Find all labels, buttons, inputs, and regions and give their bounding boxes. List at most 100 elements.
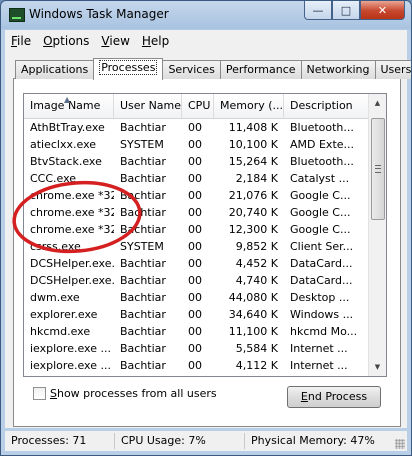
tab-services-label: Services [168,63,215,76]
process-memory-cell: 4,112 K [235,359,278,372]
process-list[interactable]: ▲ Image Name User Name CPU Memory (... De… [23,93,387,377]
process-cpu-cell: 00 [188,274,202,287]
minimize-button[interactable]: — [304,1,332,20]
process-name-cell: iexplore.exe ... [30,359,111,372]
tab-services[interactable]: Services [162,60,221,79]
title-bar[interactable]: Windows Task Manager — □ ✕ [1,1,411,29]
list-header: ▲ Image Name User Name CPU Memory (... De… [24,94,368,119]
process-description-cell: Client Ser... [290,240,354,253]
process-name-cell: explorer.exe [30,308,98,321]
process-description-cell: Internet ... [290,342,348,355]
process-description-cell: Google C... [290,189,351,202]
table-row[interactable]: BtvStack.exe Bachtiar 00 15,264 K Bluetooth.… [24,153,368,170]
tab-performance-label: Performance [225,63,296,76]
process-cpu-cell: 00 [188,257,202,270]
column-image-name[interactable]: ▲ Image Name [24,94,114,118]
menu-options[interactable]: Options [37,34,95,48]
menu-view[interactable]: View [95,34,135,48]
table-row[interactable]: AthBtTray.exe Bachtiar 00 11,408 K Bluetooth… [24,119,368,136]
process-name-cell: chrome.exe *32 [30,223,114,236]
column-user-name[interactable]: User Name [114,94,182,118]
column-memory[interactable]: Memory (... [214,94,284,118]
column-description-label: Description [290,99,353,112]
menu-file[interactable]: File [5,34,37,48]
table-row[interactable]: DCSHelper.exe... Bachtiar 00 4,740 K DataCar… [24,272,368,289]
process-memory-cell: 21,076 K [228,189,278,202]
table-row[interactable]: chrome.exe *32 Bachtiar 00 20,740 K Google C… [24,204,368,221]
table-row[interactable]: DCSHelper.exe... Bachtiar 00 4,452 K DataCar… [24,255,368,272]
process-name-cell: chrome.exe *32 [30,189,114,202]
column-description[interactable]: Description [284,94,368,118]
table-row[interactable]: dwm.exe Bachtiar 00 44,080 K Desktop ... [24,289,368,306]
table-row[interactable]: hkcmd.exe Bachtiar 00 11,100 K hkcmd Mo... [24,323,368,340]
table-row[interactable]: explorer.exe Bachtiar 00 34,640 K Windows ..… [24,306,368,323]
process-user-cell: SYSTEM [120,240,164,253]
menu-options-label: ptions [52,34,90,48]
end-process-button[interactable]: End Process [287,386,381,408]
menu-view-label: iew [109,34,130,48]
maximize-button[interactable]: □ [332,1,360,20]
show-all-users-option[interactable]: Show processes from all users [33,387,217,400]
process-description-cell: DataCard... [290,257,353,270]
column-cpu[interactable]: CPU [182,94,214,118]
process-description-cell: hkcmd Mo... [290,325,358,338]
scroll-thumb[interactable] [371,118,385,220]
process-name-cell: DCSHelper.exe... [30,257,114,270]
menu-help-mnemonic: H [141,34,151,48]
process-cpu-cell: 00 [188,240,202,253]
process-cpu-cell: 00 [188,172,202,185]
process-user-cell: Bachtiar [120,189,166,202]
table-row[interactable]: iexplore.exe ... Bachtiar 00 5,584 K Interne… [24,340,368,357]
process-cpu-cell: 00 [188,359,202,372]
resize-grip-icon[interactable] [395,439,405,449]
process-memory-cell: 12,300 K [228,223,278,236]
process-memory-cell: 9,852 K [235,240,278,253]
table-row[interactable]: atieclxx.exe SYSTEM 00 10,100 K AMD Exte... [24,136,368,153]
process-description-cell: Internet ... [290,359,348,372]
table-row[interactable]: CCC.exe Bachtiar 00 2,184 K Catalyst ... [24,170,368,187]
tab-networking[interactable]: Networking [300,60,376,79]
tab-applications-label: Applications [21,63,89,76]
process-cpu-cell: 00 [188,138,202,151]
process-user-cell: Bachtiar [120,325,166,338]
process-cpu-cell: 00 [188,155,202,168]
close-button[interactable]: ✕ [360,1,405,20]
process-name-cell: atieclxx.exe [30,138,97,151]
process-memory-cell: 2,184 K [235,172,278,185]
table-row[interactable]: chrome.exe *32 Bachtiar 00 12,300 K Google C… [24,221,368,238]
process-memory-cell: 15,264 K [228,155,278,168]
process-user-cell: Bachtiar [120,223,166,236]
tab-strip: Applications Processes Services Performa… [15,58,411,80]
tab-processes-label: Processes [99,60,158,75]
show-all-users-checkbox[interactable] [33,387,46,400]
show-all-users-mnemonic: S [50,387,57,400]
process-user-cell: SYSTEM [120,138,164,151]
tab-users[interactable]: Users [374,60,411,79]
process-rows: AthBtTray.exe Bachtiar 00 11,408 K Bluetooth… [24,119,368,374]
tab-performance[interactable]: Performance [219,60,302,79]
scroll-down-button[interactable]: ▼ [370,359,385,375]
column-user-name-label: User Name [120,99,182,112]
menu-help[interactable]: Help [136,34,175,48]
process-name-cell: CCC.exe [30,172,77,185]
column-memory-label: Memory (... [220,99,284,112]
table-row[interactable]: iexplore.exe ... Bachtiar 00 4,112 K Interne… [24,357,368,374]
process-user-cell: Bachtiar [120,308,166,321]
scroll-up-button[interactable]: ▲ [370,95,385,111]
tab-applications[interactable]: Applications [15,60,95,79]
maximize-icon: □ [340,3,352,17]
process-description-cell: Bluetooth... [290,155,354,168]
process-user-cell: Bachtiar [120,359,166,372]
process-memory-cell: 5,584 K [235,342,278,355]
process-name-cell: BtvStack.exe [30,155,102,168]
task-manager-window: Windows Task Manager — □ ✕ File Options … [0,0,412,456]
table-row[interactable]: csrss.exe SYSTEM 00 9,852 K Client Ser... [24,238,368,255]
process-name-cell: AthBtTray.exe [30,121,105,134]
process-name-cell: chrome.exe *32 [30,206,114,219]
vertical-scrollbar[interactable]: ▲ ▼ [368,94,386,376]
tab-processes[interactable]: Processes [93,58,164,80]
process-user-cell: Bachtiar [120,121,166,134]
process-user-cell: Bachtiar [120,274,166,287]
column-cpu-label: CPU [188,99,211,112]
table-row[interactable]: chrome.exe *32 Bachtiar 00 21,076 K Google C… [24,187,368,204]
